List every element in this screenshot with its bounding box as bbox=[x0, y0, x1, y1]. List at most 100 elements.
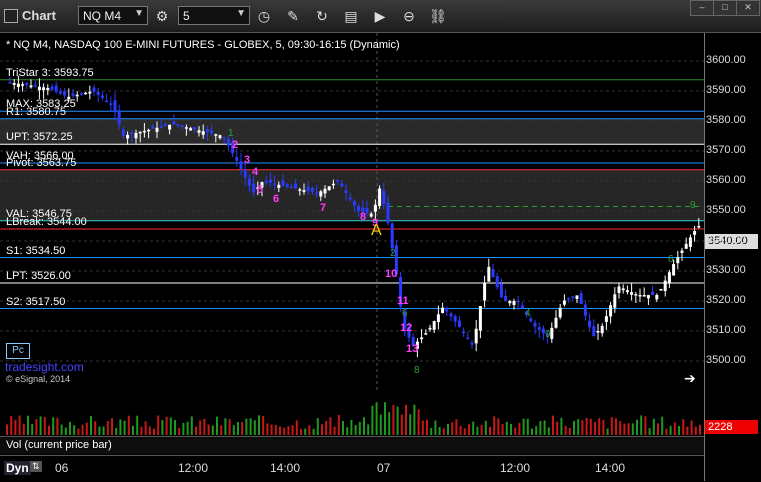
candle-body bbox=[21, 84, 25, 86]
volume-bar bbox=[119, 419, 122, 435]
candle-body bbox=[172, 121, 176, 125]
candle-body bbox=[298, 189, 302, 191]
chevron-down-icon[interactable]: ▼ bbox=[134, 8, 144, 19]
time-axis[interactable]: Dyn ⇅ 06 12:00 14:00 07 12:00 14:00 bbox=[0, 455, 704, 482]
candle-body bbox=[638, 295, 642, 297]
volume-bar bbox=[52, 417, 55, 435]
countdown-label: 2 bbox=[390, 248, 396, 259]
volume-bar bbox=[657, 423, 659, 435]
volume-bar bbox=[178, 428, 181, 435]
candle-body bbox=[327, 186, 331, 191]
no-entry-icon[interactable]: ⊖ bbox=[399, 6, 419, 26]
price-axis[interactable] bbox=[704, 33, 761, 481]
candle-body bbox=[159, 126, 163, 128]
candle-body bbox=[155, 127, 159, 132]
volume-bar bbox=[220, 425, 223, 435]
interval-value: 5 bbox=[183, 9, 190, 23]
candle-body bbox=[462, 331, 466, 334]
price-chart[interactable]: 2 3 4 5 6 7 8 9 10 11 12 13 1 2 6 8 4 9 6 9 A ➔ bbox=[0, 33, 704, 390]
volume-bar bbox=[39, 416, 42, 435]
volume-bar bbox=[489, 426, 491, 435]
candle-body bbox=[348, 197, 352, 200]
pc-button[interactable]: Pc bbox=[6, 343, 30, 359]
candle-body bbox=[588, 320, 592, 328]
volume-bar bbox=[421, 420, 424, 435]
zone-band bbox=[0, 118, 704, 145]
volume-bar bbox=[111, 418, 113, 435]
candle-body bbox=[46, 87, 50, 91]
candle-body bbox=[193, 127, 197, 130]
candle-body bbox=[37, 86, 41, 91]
pencil-icon[interactable]: ✎ bbox=[283, 6, 303, 26]
candle-body bbox=[466, 337, 470, 340]
volume-svg bbox=[6, 402, 701, 435]
settings-gear-icon[interactable]: ⚙ bbox=[152, 6, 172, 26]
candle-body bbox=[420, 337, 424, 340]
toolbar: Chart NQ M4 ▼ ⚙ 5 ▼ ◷ ✎ ↻ ▤ ▶ ⊖ ⛓ – □ ✕ bbox=[0, 0, 761, 33]
level-label: TriStar 3: 3593.75 bbox=[6, 66, 94, 79]
volume-bar bbox=[690, 420, 693, 435]
level-label: LBreak: 3544.00 bbox=[6, 216, 87, 228]
candle-body bbox=[592, 326, 596, 337]
volume-bar bbox=[573, 420, 575, 435]
candle-body bbox=[575, 295, 579, 299]
candle-body bbox=[453, 316, 457, 322]
maximize-button[interactable]: □ bbox=[713, 0, 737, 16]
volume-bar bbox=[694, 426, 697, 435]
symbol-input[interactable]: NQ M4 ▼ bbox=[78, 6, 148, 25]
volume-bar bbox=[472, 421, 475, 435]
close-button[interactable]: ✕ bbox=[736, 0, 760, 16]
cycle-icon[interactable]: ↻ bbox=[312, 6, 332, 26]
volume-bar bbox=[652, 418, 655, 435]
volume-panel[interactable] bbox=[0, 392, 704, 435]
time-tick-label: 14:00 bbox=[595, 461, 626, 475]
volume-bar bbox=[438, 427, 441, 435]
candle-body bbox=[96, 91, 100, 95]
dyn-toggle-icon[interactable]: ⇅ bbox=[30, 461, 42, 472]
clock-icon[interactable]: ◷ bbox=[254, 6, 274, 26]
interval-input[interactable]: 5 ▼ bbox=[178, 6, 250, 25]
candle-body bbox=[100, 95, 104, 99]
link-icon[interactable]: ⛓ bbox=[428, 6, 448, 26]
volume-bar bbox=[678, 426, 680, 435]
volume-bar bbox=[333, 426, 336, 435]
volume-bar bbox=[564, 425, 567, 435]
candle-body bbox=[214, 134, 218, 136]
volume-bar bbox=[169, 417, 172, 435]
volume-bar bbox=[451, 422, 454, 435]
time-tick-label: 12:00 bbox=[178, 461, 209, 475]
candle-body bbox=[12, 83, 16, 85]
volume-bar bbox=[123, 420, 126, 435]
candle-body bbox=[109, 103, 113, 105]
chevron-down-icon[interactable]: ▼ bbox=[236, 8, 246, 19]
dyn-label[interactable]: Dyn bbox=[4, 461, 31, 475]
volume-bar bbox=[153, 428, 155, 435]
candle-body bbox=[424, 333, 428, 335]
volume-bar bbox=[115, 428, 118, 435]
candle-body bbox=[583, 304, 587, 316]
volume-bar bbox=[258, 415, 260, 435]
candle-body bbox=[235, 157, 239, 161]
volume-bar bbox=[363, 417, 365, 435]
chart-app-icon bbox=[4, 9, 18, 23]
candle-body bbox=[222, 137, 226, 139]
volume-bar bbox=[686, 426, 689, 435]
candle-body bbox=[642, 295, 646, 297]
volume-bar bbox=[199, 420, 202, 435]
level-label: S1: 3534.50 bbox=[6, 244, 66, 257]
volume-bar bbox=[274, 424, 277, 435]
template-icon[interactable]: ▤ bbox=[341, 6, 361, 26]
candle-body bbox=[436, 314, 440, 323]
candle-body bbox=[252, 183, 256, 193]
price-tick-label: 3570.00 bbox=[706, 144, 746, 156]
candle-body bbox=[613, 294, 617, 308]
candle-body bbox=[390, 223, 394, 249]
volume-bar bbox=[245, 418, 248, 435]
volume-bar bbox=[468, 424, 470, 435]
play-icon[interactable]: ▶ bbox=[370, 6, 390, 26]
volume-bar bbox=[43, 416, 46, 435]
time-tick-label: 14:00 bbox=[270, 461, 301, 475]
candle-body bbox=[625, 290, 629, 293]
volume-bar bbox=[161, 420, 164, 435]
minimize-button[interactable]: – bbox=[690, 0, 714, 16]
